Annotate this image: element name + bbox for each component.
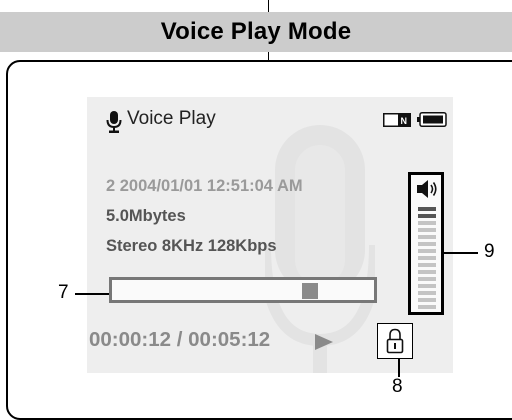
page-title: Voice Play Mode [160, 18, 352, 45]
speaker-icon [417, 180, 437, 198]
volume-bar [418, 207, 436, 211]
file-size: 5.0Mbytes [106, 207, 186, 225]
mode-label: Voice Play [127, 108, 216, 129]
callout-number-lock: 8 [392, 376, 403, 397]
volume-bar [418, 256, 436, 260]
microphone-icon [106, 111, 122, 133]
svg-text:N: N [400, 116, 407, 126]
volume-bar [418, 291, 436, 295]
callout-number-volume: 9 [484, 241, 495, 262]
volume-bar [418, 270, 436, 274]
volume-bar [418, 284, 436, 288]
time-display: 00:00:12 / 00:05:12 [89, 328, 271, 351]
volume-bar [418, 214, 436, 218]
top-divider-tick [268, 0, 269, 12]
volume-bar [418, 235, 436, 239]
volume-bar [418, 277, 436, 281]
callout-line-lock [398, 359, 400, 377]
volume-bar [418, 249, 436, 253]
volume-bar [418, 305, 436, 309]
file-info: 2 2004/01/01 12:51:04 AM [106, 177, 303, 195]
audio-format: Stereo 8KHz 128Kbps [106, 237, 277, 255]
volume-bar [418, 298, 436, 302]
progress-thumb[interactable] [301, 283, 318, 299]
lcd-screen: Voice Play N 2 2004/01/01 12:51:04 AM 5.… [87, 97, 453, 373]
header-divider-tick [268, 52, 269, 60]
volume-bar [418, 263, 436, 267]
callout-line-progress [75, 293, 109, 295]
play-icon [315, 334, 333, 350]
battery-icon [417, 112, 447, 127]
callout-number-progress: 7 [58, 282, 69, 303]
volume-bar [418, 242, 436, 246]
volume-bar [418, 221, 436, 225]
n-icon: N [383, 113, 411, 127]
callout-line-volume [444, 252, 478, 254]
volume-bar [418, 228, 436, 232]
playback-progress-bar[interactable] [109, 277, 377, 303]
lock-icon [386, 328, 404, 354]
